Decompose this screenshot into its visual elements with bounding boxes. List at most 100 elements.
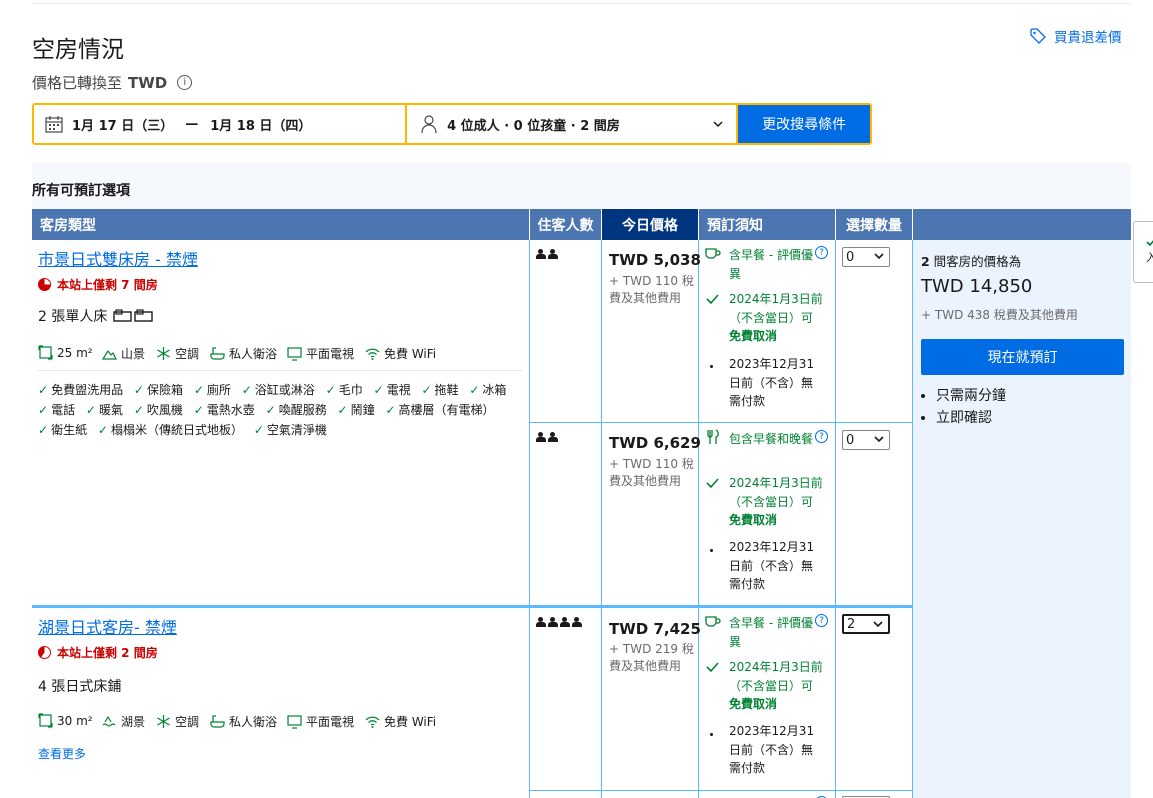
summary-total: TWD 14,850	[921, 276, 1033, 297]
help-icon[interactable]: ?	[815, 430, 828, 443]
help-icon[interactable]: ?	[815, 614, 828, 627]
check-icon: ✓	[325, 383, 336, 397]
person-icon	[548, 432, 558, 442]
info-icon[interactable]: i	[177, 75, 193, 90]
check-icon	[706, 662, 719, 673]
grid-line	[601, 240, 602, 798]
summary-benefits: 只需兩分鐘 立即確認	[921, 385, 1006, 429]
options-band	[32, 163, 1131, 209]
person-icon	[421, 115, 437, 134]
amenity-item: ✓ 喚醒服務	[266, 403, 327, 417]
check-icon: ✓	[133, 403, 144, 417]
chevron-down-icon	[874, 253, 884, 260]
amenity-item: ✓ 拖鞋	[421, 383, 458, 397]
check-icon	[706, 478, 719, 489]
guests-picker[interactable]: 4 位成人 · 0 位孩童 · 2 間房	[407, 105, 737, 143]
room-name-link[interactable]: 市景日式雙床房 - 禁煙	[38, 246, 198, 270]
facility-ac: 空調	[156, 345, 199, 362]
col-select: 選擇數量	[836, 209, 912, 240]
amenity-label: 榻榻米（傳統日式地板）	[110, 423, 243, 437]
person-icon	[536, 617, 546, 627]
calendar-icon	[45, 116, 63, 133]
wifi-icon	[365, 716, 380, 728]
room-quantity-select[interactable]: 0	[842, 247, 890, 267]
pie-icon	[38, 646, 51, 659]
search-bar: 1月 17 日（三） — 1月 18 日（四） 4 位成人 · 0 位孩童 · …	[32, 103, 872, 145]
facility-view: 山景	[102, 345, 145, 362]
tag-icon	[1030, 28, 1046, 44]
lake-icon	[102, 715, 116, 727]
snowflake-icon	[157, 715, 170, 728]
see-more-link[interactable]: 查看更多	[38, 745, 86, 762]
price-match-link[interactable]: 買貴退差價	[1030, 26, 1122, 46]
bed-text: 4 張日式床鋪	[38, 679, 122, 695]
guest-capacity-2	[536, 432, 558, 442]
prepay-info: 2023年12月31日前（不含）無需付款	[729, 357, 815, 408]
grid-line	[835, 240, 836, 798]
check-icon: ✓	[337, 403, 348, 417]
check-icon: ✓	[253, 423, 264, 437]
amenity-list: ✓ 免費盥洗用品 ✓ 保險箱 ✓ 廁所 ✓ 浴缸或淋浴 ✓ 毛巾 ✓ 電視 ✓ 拖鞋 ✓ 冰箱 …	[38, 380, 518, 440]
amenity-label: 毛巾	[338, 383, 363, 397]
amenity-item: ✓ 榻榻米（傳統日式地板）	[98, 423, 243, 437]
room-name-link[interactable]: 湖景日式客房- 禁煙	[38, 614, 177, 638]
amenity-item: ✓ 鬧鐘	[338, 403, 375, 417]
amenity-label: 鬧鐘	[350, 403, 375, 417]
date-picker[interactable]: 1月 17 日（三） — 1月 18 日（四）	[34, 105, 406, 143]
check-icon: ✓	[469, 383, 480, 397]
room-quantity-select[interactable]: 0	[842, 430, 890, 450]
amenity-item: ✓ 電話	[38, 403, 75, 417]
check-icon	[706, 294, 719, 305]
summary-header	[913, 209, 1131, 240]
facility-bath: 私人衛浴	[210, 345, 277, 362]
amenity-label: 電話	[51, 403, 76, 417]
grid-line	[529, 422, 913, 423]
person-icon	[536, 432, 546, 442]
amenity-label: 衛生紙	[51, 423, 88, 437]
meal-info: 含早餐 - 評價優異	[729, 616, 813, 649]
room-size-icon	[38, 345, 53, 360]
summary-tax: + TWD 438 稅費及其他費用	[921, 308, 1078, 322]
bullet	[710, 365, 713, 368]
person-icon	[548, 249, 558, 259]
person-icon	[548, 617, 558, 627]
book-now-button[interactable]: 現在就預訂	[921, 339, 1124, 375]
facility-tv: 平面電視	[287, 345, 354, 362]
person-icon	[536, 249, 546, 259]
col-guests: 住客人數	[530, 209, 601, 240]
facility-wifi: 免費 WiFi	[365, 713, 436, 730]
check-icon: ✓	[373, 383, 384, 397]
option-tax: + TWD 110 稅費及其他費用	[609, 457, 694, 488]
facility-label: 平面電視	[306, 715, 355, 729]
free-cancel-label: 免費取消	[729, 513, 778, 527]
facility-label: 免費 WiFi	[384, 715, 437, 729]
check-icon: ✓	[265, 403, 276, 417]
option-tax: + TWD 110 稅費及其他費用	[609, 274, 694, 305]
facility-label: 免費 WiFi	[384, 347, 437, 361]
grid-line	[529, 240, 530, 798]
help-icon[interactable]: ?	[815, 246, 828, 259]
scarcity-badge: 本站上僅剩 2 間房	[38, 644, 158, 661]
col-conditions: 預訂須知	[699, 209, 835, 240]
amenity-item: ✓ 空氣清淨機	[254, 423, 327, 437]
change-search-button[interactable]: 更改搜尋條件	[738, 105, 870, 143]
col-today-price: 今日價格	[602, 209, 698, 240]
snowflake-icon	[157, 347, 170, 360]
qty-value: 0	[846, 432, 855, 448]
currency-note: 價格已轉換至 TWD i	[32, 72, 193, 93]
grid-line	[912, 240, 913, 798]
cancel-date: 2024年1月3日前（不含當日）可	[729, 292, 823, 325]
bullet	[710, 549, 713, 552]
prepay-info: 2023年12月31日前（不含）無需付款	[729, 540, 815, 591]
amenity-item: ✓ 衛生紙	[38, 423, 87, 437]
checkin-date: 1月 17 日（三）	[72, 118, 174, 134]
coffee-icon	[705, 616, 721, 627]
chevron-down-icon	[713, 121, 723, 128]
tv-icon	[287, 347, 302, 361]
feedback-tab[interactable]: 入	[1133, 221, 1153, 283]
amenity-item: ✓ 吹風機	[134, 403, 183, 417]
person-icon	[572, 617, 582, 627]
room-quantity-select[interactable]: 2	[842, 614, 890, 634]
cancel-policy: 2024年1月3日前（不含當日）可 免費取消	[729, 290, 823, 346]
check-icon: ✓	[38, 423, 49, 437]
